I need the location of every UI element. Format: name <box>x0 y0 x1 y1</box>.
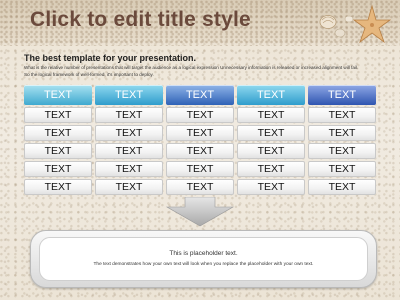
table-cell[interactable]: TEXT <box>95 179 163 195</box>
table-cell[interactable]: TEXT <box>166 143 234 159</box>
starfish-icon <box>352 4 392 44</box>
table-cell[interactable]: TEXT <box>166 107 234 123</box>
table-cell[interactable]: TEXT <box>24 107 92 123</box>
table-cell[interactable]: TEXT <box>308 161 376 177</box>
table-cell[interactable]: TEXT <box>166 125 234 141</box>
table-cell[interactable]: TEXT <box>237 125 305 141</box>
slide-subtitle[interactable]: The best template for your presentation. <box>24 53 196 63</box>
table-cell[interactable]: TEXT <box>237 143 305 159</box>
table-cell[interactable]: TEXT <box>95 161 163 177</box>
table-cell[interactable]: TEXT <box>24 179 92 195</box>
table-header-cell[interactable]: TEXT <box>95 85 163 105</box>
table-header-cell[interactable]: TEXT <box>166 85 234 105</box>
table-header-cell[interactable]: TEXT <box>24 85 92 105</box>
table-cell[interactable]: TEXT <box>308 125 376 141</box>
table-cell[interactable]: TEXT <box>95 125 163 141</box>
table-cell[interactable]: TEXT <box>24 125 92 141</box>
text-table[interactable]: TEXT TEXT TEXT TEXT TEXT TEXT TEXT TEXT … <box>24 85 376 195</box>
table-cell[interactable]: TEXT <box>24 143 92 159</box>
placeholder-panel: This is placeholder text. The text demon… <box>30 230 377 288</box>
table-cell[interactable]: TEXT <box>166 161 234 177</box>
placeholder-title[interactable]: This is placeholder text. <box>40 250 367 257</box>
slide-title[interactable]: Click to edit title style <box>30 8 251 32</box>
table-cell[interactable]: TEXT <box>237 107 305 123</box>
table-cell[interactable]: TEXT <box>308 143 376 159</box>
table-cell[interactable]: TEXT <box>237 161 305 177</box>
table-cell[interactable]: TEXT <box>95 107 163 123</box>
shell-icon <box>319 15 337 29</box>
placeholder-body[interactable]: The text demonstrates how your own text … <box>40 262 367 267</box>
table-cell[interactable]: TEXT <box>24 161 92 177</box>
slide-description[interactable]: What is the relative number of presentat… <box>24 64 364 78</box>
table-cell[interactable]: TEXT <box>95 143 163 159</box>
table-header-cell[interactable]: TEXT <box>237 85 305 105</box>
beach-decoration <box>319 4 392 44</box>
table-cell[interactable]: TEXT <box>308 179 376 195</box>
table-header-cell[interactable]: TEXT <box>308 85 376 105</box>
down-arrow-icon <box>165 197 235 227</box>
table-cell[interactable]: TEXT <box>237 179 305 195</box>
pebble-icon <box>334 15 354 38</box>
table-cell[interactable]: TEXT <box>308 107 376 123</box>
table-cell[interactable]: TEXT <box>166 179 234 195</box>
placeholder-panel-inner: This is placeholder text. The text demon… <box>39 237 368 281</box>
